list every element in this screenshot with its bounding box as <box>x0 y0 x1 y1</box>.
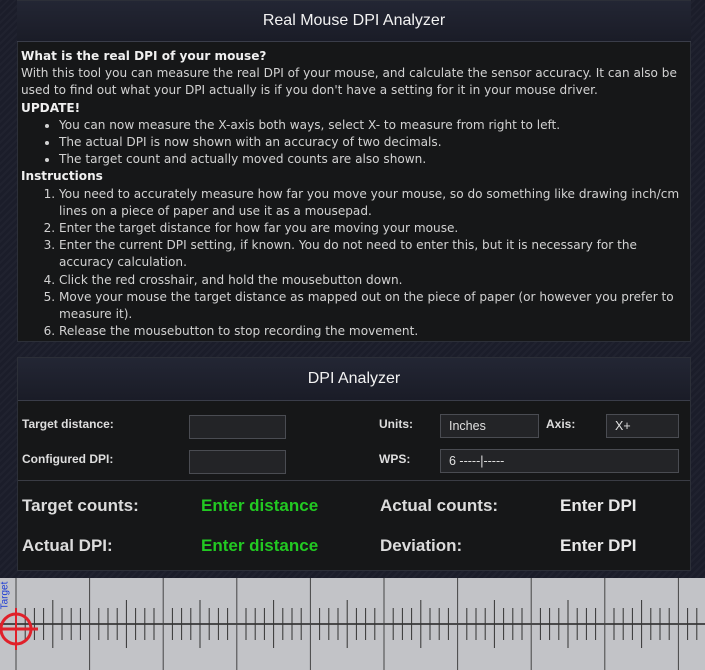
units-select[interactable]: Inches <box>440 414 539 438</box>
info-body: What is the real DPI of your mouse? With… <box>18 42 690 340</box>
analyzer-panel: DPI Analyzer Target distance: Configured… <box>17 357 691 571</box>
instruction-item: Release the mousebutton to stop recordin… <box>59 323 687 340</box>
instruction-item: Enter the target distance for how far yo… <box>59 220 687 237</box>
intro-text: With this tool you can measure the real … <box>21 66 677 98</box>
actual-dpi-value: Enter distance <box>201 536 319 555</box>
instruction-item: You need to accurately measure how far y… <box>59 186 687 220</box>
page-title: Real Mouse DPI Analyzer <box>17 1 691 42</box>
instruction-item: Enter the current DPI setting, if known.… <box>59 237 687 271</box>
update-item: The actual DPI is now shown with an accu… <box>59 134 687 151</box>
update-heading: UPDATE! <box>21 100 81 115</box>
deviation-label: Deviation: <box>380 536 463 555</box>
actual-dpi-label: Actual DPI: <box>22 536 113 555</box>
actual-counts-label: Actual counts: <box>380 496 499 515</box>
deviation-value: Enter DPI <box>560 536 637 555</box>
analyzer-form: Target distance: Configured DPI: Units: … <box>18 401 690 483</box>
instruction-item: Move your mouse the target distance as m… <box>59 289 687 323</box>
configured-dpi-input[interactable] <box>189 450 286 474</box>
crosshair-icon[interactable] <box>0 598 44 658</box>
target-distance-label: Target distance: <box>22 417 114 431</box>
wps-slider[interactable]: 6 -----|----- <box>440 449 679 473</box>
configured-dpi-label: Configured DPI: <box>22 452 114 466</box>
results-divider <box>18 480 690 481</box>
axis-label: Axis: <box>546 417 576 431</box>
analyzer-title: DPI Analyzer <box>18 358 690 401</box>
axis-select[interactable]: X+ <box>606 414 679 438</box>
update-item: You can now measure the X-axis both ways… <box>59 117 687 134</box>
actual-counts-value: Enter DPI <box>560 496 637 515</box>
wps-label: WPS: <box>379 452 411 466</box>
update-item: The target count and actually moved coun… <box>59 151 687 168</box>
info-panel: Real Mouse DPI Analyzer What is the real… <box>17 0 691 342</box>
measurement-ruler[interactable]: Target <box>0 578 705 670</box>
question-heading: What is the real DPI of your mouse? <box>21 49 267 63</box>
instructions-heading: Instructions <box>21 169 103 184</box>
ruler-ticks <box>0 578 705 670</box>
instruction-item: Click the red crosshair, and hold the mo… <box>59 272 687 289</box>
units-label: Units: <box>379 417 413 431</box>
instructions-list: You need to accurately measure how far y… <box>21 186 687 341</box>
target-distance-input[interactable] <box>189 415 286 439</box>
target-counts-value: Enter distance <box>201 496 319 515</box>
target-counts-label: Target counts: <box>22 496 139 515</box>
update-list: You can now measure the X-axis both ways… <box>21 117 687 169</box>
